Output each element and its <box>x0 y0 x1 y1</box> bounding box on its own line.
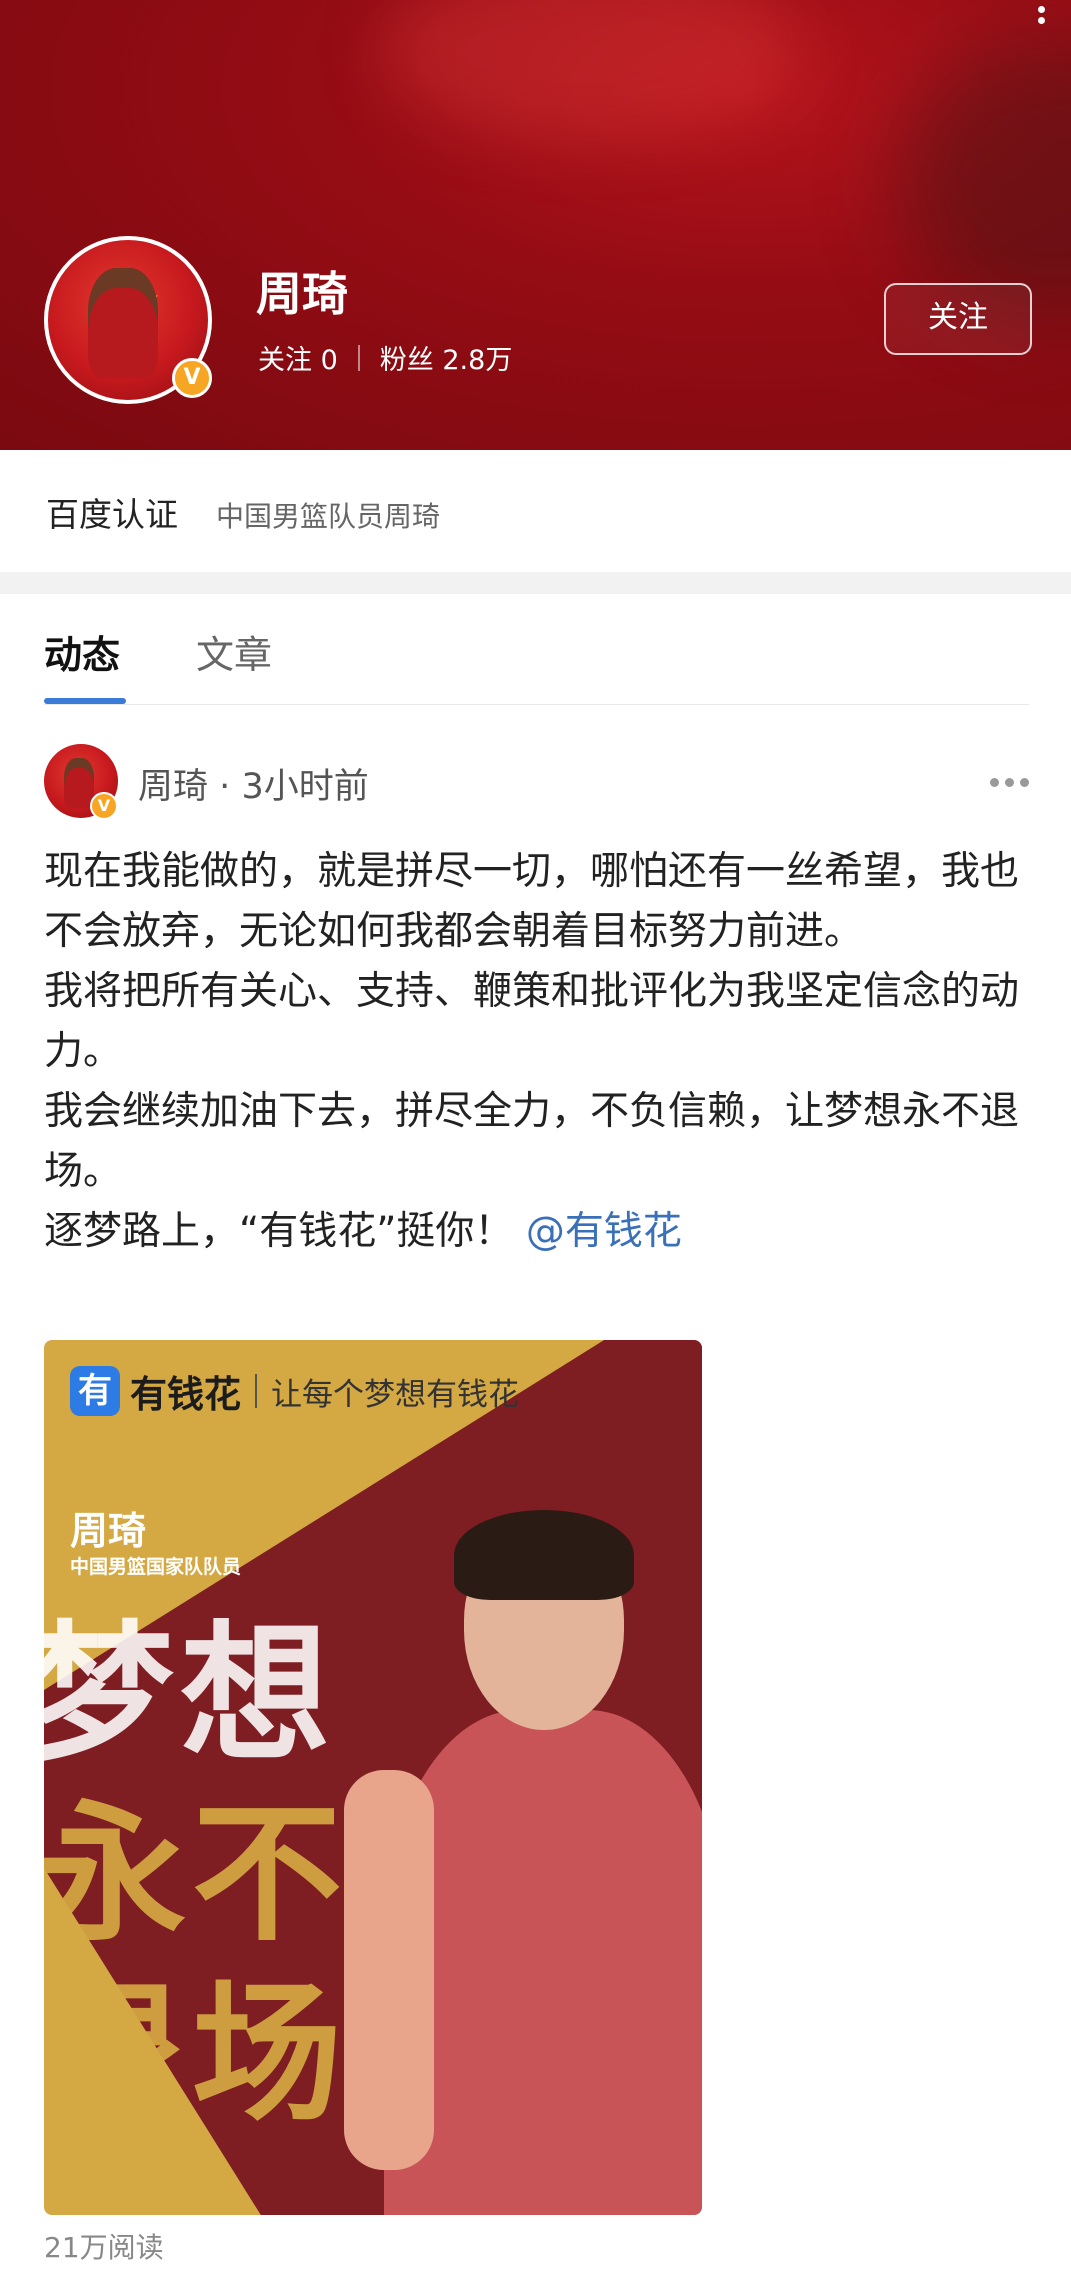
poster-player-figure <box>344 1510 702 2215</box>
post-meta: 周琦 · 3小时前 <box>138 758 369 809</box>
mention-link[interactable]: @有钱花 <box>526 1209 682 1254</box>
more-options-icon[interactable] <box>1031 2 1051 42</box>
verification-label: 百度认证 <box>46 495 178 534</box>
poster-brand-bar: 有 有钱花 让每个梦想有钱花 <box>70 1366 519 1416</box>
profile-name: 周琦 <box>256 267 348 321</box>
brand-name: 有钱花 <box>130 1373 241 1416</box>
post-time: 3小时前 <box>241 767 369 807</box>
post-paragraph: 现在我能做的，就是拼尽一切，哪怕还有一丝希望，我也不会放弃，无论如何我都会朝着目… <box>44 849 1020 954</box>
follow-button[interactable]: 关注 <box>884 283 1032 355</box>
verified-badge-icon: V <box>172 358 212 398</box>
profile-stats: 关注 0 粉丝 2.8万 <box>258 338 512 377</box>
tab-articles[interactable]: 文章 <box>196 624 272 679</box>
header-background-blur <box>380 0 800 140</box>
post-author-name[interactable]: 周琦 <box>138 767 208 807</box>
post-paragraph: 逐梦路上，“有钱花”挺你！ @有钱花 <box>44 1209 682 1254</box>
tabs-divider <box>44 704 1029 705</box>
read-count: 21万阅读 <box>44 2231 164 2264</box>
verified-badge-icon: V <box>90 792 118 820</box>
profile-header: ★ ★ V 周琦 关注 0 粉丝 2.8万 关注 <box>0 0 1071 450</box>
post-paragraph: 我将把所有关心、支持、鞭策和批评化为我坚定信念的动力。 <box>44 969 1020 1074</box>
verification-value: 中国男篮队员周琦 <box>216 500 441 533</box>
post-paragraph: 我会继续加油下去，拼尽全力，不负信赖，让梦想永不退场。 <box>44 1089 1020 1194</box>
post-header: V 周琦 · 3小时前 <box>0 740 1071 822</box>
brand-slogan: 让每个梦想有钱花 <box>271 1376 519 1413</box>
poster-headline-line3: 退场 <box>44 1968 349 2142</box>
poster-person-name: 周琦 <box>70 1509 147 1553</box>
poster-headline-line1: 梦想 <box>44 1608 337 1782</box>
following-stat[interactable]: 关注 0 <box>258 338 338 377</box>
verification-row: 百度认证 中国男篮队员周琦 <box>0 450 1071 572</box>
section-divider <box>0 572 1071 594</box>
tab-dynamics[interactable]: 动态 <box>44 624 120 679</box>
post-more-icon[interactable] <box>990 778 1035 787</box>
post-body: 现在我能做的，就是拼尽一切，哪怕还有一丝希望，我也不会放弃，无论如何我都会朝着目… <box>44 842 1044 1262</box>
header-background-blur <box>900 40 1071 320</box>
post-image[interactable]: 有 有钱花 让每个梦想有钱花 周琦 中国男篮国家队队员 梦想 永不 退场 <box>44 1340 702 2215</box>
poster-person-title: 中国男篮国家队队员 <box>70 1556 242 1578</box>
stats-divider <box>357 344 360 371</box>
poster-headline-line2: 永不 <box>44 1788 349 1962</box>
brand-logo-icon: 有 <box>70 1366 120 1416</box>
fans-stat[interactable]: 粉丝 2.8万 <box>380 338 513 377</box>
content-tabs: 动态 文章 <box>0 594 1071 706</box>
meta-separator: · <box>219 767 231 807</box>
avatar-person <box>88 268 158 378</box>
